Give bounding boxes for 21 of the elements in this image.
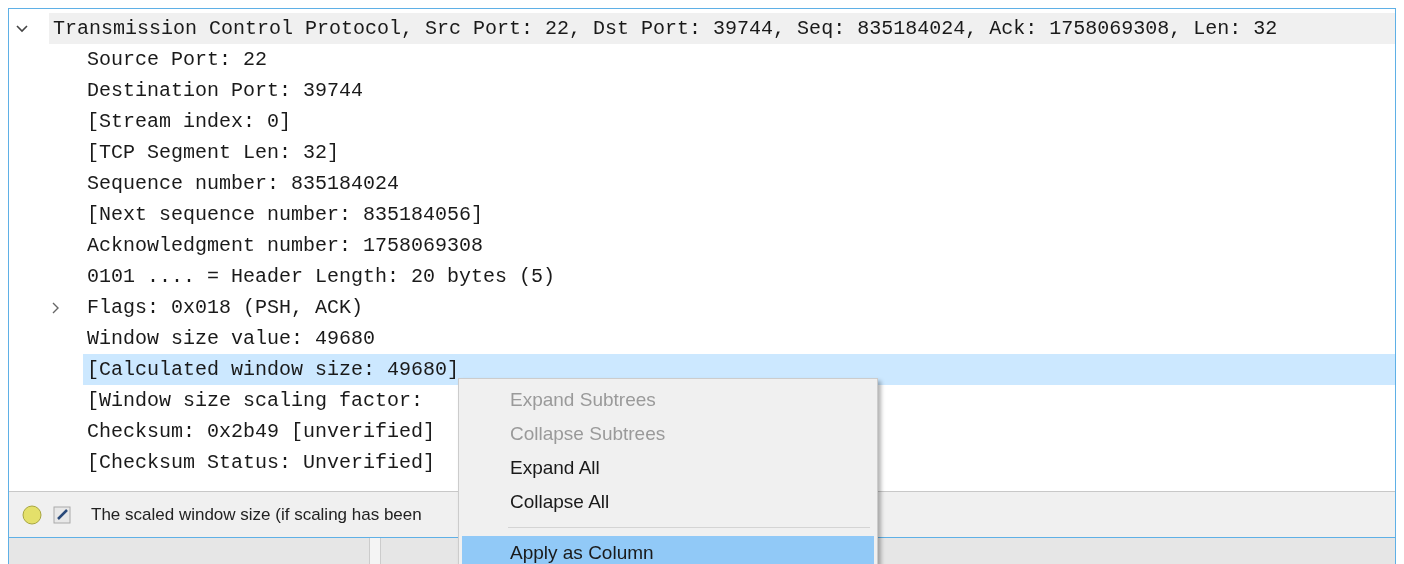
tree-item[interactable]: Sequence number: 835184024 [83,168,400,199]
menu-item[interactable]: Expand All [462,451,874,485]
status-text: The scaled window size (if scaling has been [91,504,422,525]
tree-item[interactable]: Source Port: 22 [83,44,268,75]
tree-item[interactable]: Window size value: 49680 [83,323,376,354]
tree-item[interactable]: Destination Port: 39744 [83,75,364,106]
tree-item[interactable]: [Window size scaling factor: [83,385,424,416]
tree-item[interactable]: [Stream index: 0] [83,106,292,137]
menu-item[interactable]: Apply as Column [462,536,874,564]
tree-item[interactable]: [Calculated window size: 49680] [83,354,1395,385]
tree-item[interactable]: [Checksum Status: Unverified] [83,447,436,478]
tree-item[interactable]: [TCP Segment Len: 32] [83,137,340,168]
tree-item[interactable]: 0101 .... = Header Length: 20 bytes (5) [83,261,556,292]
tree-item[interactable]: Acknowledgment number: 1758069308 [83,230,484,261]
status-dot-icon [21,503,43,526]
tree-item[interactable]: Flags: 0x018 (PSH, ACK) [83,292,364,323]
tree-item[interactable]: Transmission Control Protocol, Src Port: 22, Dst Port: 39744, Seq: 835184024, Ack: 1758069308, Len: 32 [49,13,1395,44]
tree-item[interactable]: Checksum: 0x2b49 [unverified] [83,416,436,447]
tree-item[interactable]: [Next sequence number: 835184056] [83,199,484,230]
edit-icon[interactable] [53,504,73,525]
menu-item[interactable]: Collapse All [462,485,874,519]
